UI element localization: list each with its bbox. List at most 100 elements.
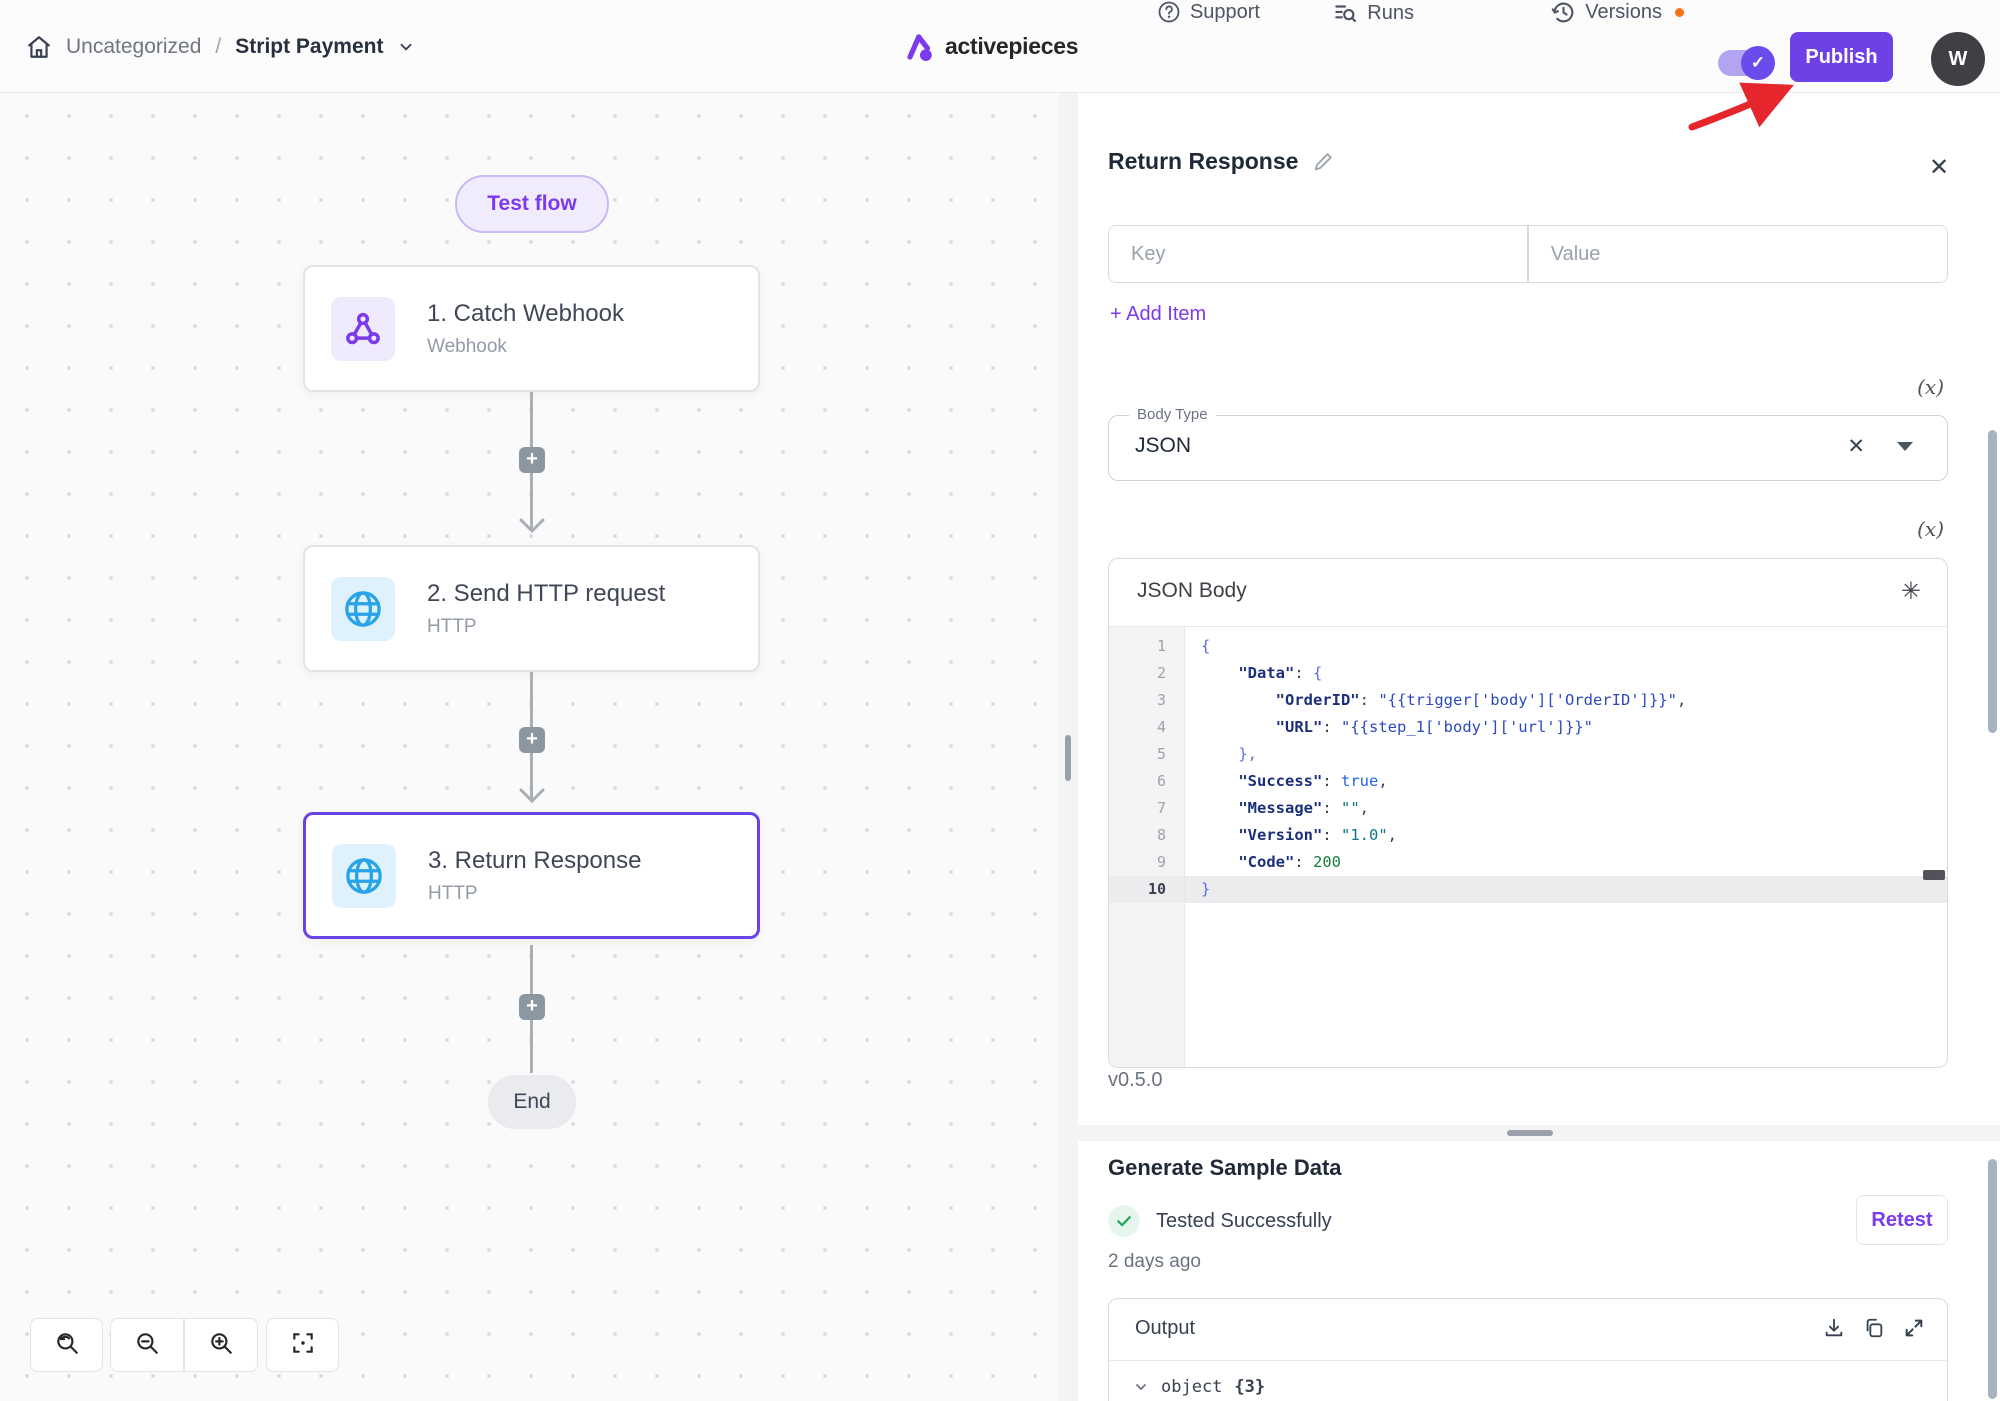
flow-name[interactable]: Stript Payment (235, 35, 383, 59)
edge-arrowhead-icon (518, 517, 546, 540)
headers-key-value-row (1108, 225, 1948, 283)
insert-variable-icon[interactable]: (x) (1917, 517, 1944, 541)
test-time-label: 2 days ago (1108, 1251, 1201, 1273)
code-line[interactable]: "Success": true, (1185, 768, 1947, 795)
line-number: 1 (1109, 633, 1184, 660)
step-subtitle: HTTP (428, 883, 641, 905)
json-body-header: JSON Body ✳ (1109, 559, 1947, 627)
output-node-type: object (1161, 1377, 1222, 1397)
add-step-button[interactable]: + (519, 727, 545, 753)
home-icon[interactable] (26, 34, 52, 60)
nav-support[interactable]: Support (1157, 0, 1260, 24)
top-bar: Uncategorized / Stript Payment activepie… (0, 0, 2000, 93)
sample-scrollbar-thumb[interactable] (1988, 1159, 1997, 1399)
piece-version-label: v0.5.0 (1108, 1069, 1162, 1092)
step-title: 3. Return Response (428, 847, 641, 875)
select-caret-icon[interactable] (1897, 442, 1913, 451)
breadcrumb-category[interactable]: Uncategorized (66, 35, 201, 59)
section-resize-divider (1078, 1125, 2000, 1141)
json-body-label: JSON Body (1137, 579, 1247, 603)
step-card-catch-webhook[interactable]: 1. Catch Webhook Webhook (303, 265, 760, 392)
line-number: 4 (1109, 714, 1184, 741)
line-number: 10 (1109, 876, 1184, 903)
step-card-return-response[interactable]: 3. Return Response HTTP (303, 812, 760, 939)
flow-enabled-toggle[interactable]: ✓ (1718, 50, 1772, 76)
copy-icon[interactable] (1863, 1317, 1885, 1344)
code-line[interactable]: "URL": "{{step_1['body']['url']}}" (1185, 714, 1947, 741)
zoom-in-button[interactable] (184, 1318, 258, 1372)
edit-pencil-icon[interactable] (1312, 151, 1334, 173)
toggle-check-icon: ✓ (1741, 46, 1775, 80)
line-number: 6 (1109, 768, 1184, 795)
test-status-row: Tested Successfully (1108, 1205, 1332, 1237)
body-type-value: JSON (1135, 434, 1191, 458)
zoom-out-icon (134, 1330, 160, 1361)
expand-icon[interactable] (1903, 1317, 1925, 1344)
close-icon[interactable]: ✕ (1926, 155, 1952, 181)
test-flow-button[interactable]: Test flow (455, 175, 609, 233)
publish-button[interactable]: Publish (1790, 32, 1893, 82)
panel-title-row: Return Response (1108, 148, 1334, 175)
insert-variable-icon[interactable]: (x) (1917, 375, 1944, 399)
output-label: Output (1135, 1317, 1195, 1340)
fit-to-view-button[interactable] (266, 1318, 339, 1372)
step-settings-panel: Return Response ✕ + Add Item (x) Body Ty… (1078, 93, 2000, 1401)
generate-sample-data-heading: Generate Sample Data (1108, 1155, 1342, 1181)
step-card-send-http[interactable]: 2. Send HTTP request HTTP (303, 545, 760, 672)
body-type-select[interactable]: Body Type JSON ✕ (1108, 415, 1948, 481)
code-line[interactable]: } (1185, 876, 1947, 903)
brand: activepieces (905, 0, 1078, 93)
code-line[interactable]: "Data": { (1185, 660, 1947, 687)
editor-scrollbar-thumb[interactable] (1923, 870, 1945, 880)
zoom-in-icon (208, 1330, 234, 1361)
key-input[interactable] (1109, 226, 1527, 282)
globe-icon (331, 577, 395, 641)
line-number: 2 (1109, 660, 1184, 687)
panel-resize-handle[interactable] (1065, 735, 1071, 781)
zoom-out-button[interactable] (110, 1318, 184, 1372)
versions-unpublished-dot (1675, 8, 1684, 17)
add-step-button[interactable]: + (519, 447, 545, 473)
panel-resize-divider (1058, 93, 1078, 1401)
line-number: 8 (1109, 822, 1184, 849)
code-line[interactable]: "OrderID": "{{trigger['body']['OrderID']… (1185, 687, 1947, 714)
value-input[interactable] (1529, 226, 1947, 282)
json-code[interactable]: { "Data": { "OrderID": "{{trigger['body'… (1185, 627, 1947, 1068)
nav-runs[interactable]: Runs (1332, 0, 1414, 26)
chevron-down-icon[interactable] (397, 38, 415, 56)
line-number: 5 (1109, 741, 1184, 768)
help-icon (1157, 0, 1181, 24)
step-subtitle: HTTP (427, 616, 665, 638)
code-line[interactable]: "Version": "1.0", (1185, 822, 1947, 849)
output-card: Output object {3} (1108, 1298, 1948, 1401)
tree-chevron-icon (1133, 1379, 1149, 1395)
breadcrumb: Uncategorized / Stript Payment (26, 0, 415, 93)
nav-versions-label: Versions (1585, 1, 1662, 24)
add-item-button[interactable]: + Add Item (1110, 303, 1206, 326)
code-line[interactable]: "Message": "", (1185, 795, 1947, 822)
avatar[interactable]: W (1931, 32, 1985, 86)
json-code-editor[interactable]: 12345678910 { "Data": { "OrderID": "{{tr… (1109, 627, 1947, 1068)
add-step-button[interactable]: + (519, 994, 545, 1020)
webhook-icon (331, 297, 395, 361)
step-subtitle: Webhook (427, 336, 624, 358)
section-resize-handle[interactable] (1507, 1130, 1553, 1136)
code-line[interactable]: "Code": 200 (1185, 849, 1947, 876)
code-line[interactable]: }, (1185, 741, 1947, 768)
nav-versions[interactable]: Versions (1551, 0, 1684, 25)
step-title: 1. Catch Webhook (427, 300, 624, 328)
line-number: 7 (1109, 795, 1184, 822)
download-icon[interactable] (1823, 1317, 1845, 1344)
flow-canvas[interactable]: Test flow 1. Catch Webhook Webhook + (0, 93, 1058, 1401)
beautify-sparkle-icon[interactable]: ✳ (1901, 577, 1921, 606)
output-tree-root[interactable]: object {3} (1133, 1377, 1265, 1397)
panel-title: Return Response (1108, 148, 1298, 175)
nav-runs-label: Runs (1367, 2, 1414, 25)
code-line[interactable]: { (1185, 633, 1947, 660)
retest-button[interactable]: Retest (1856, 1195, 1948, 1245)
panel-scrollbar-thumb[interactable] (1988, 430, 1997, 733)
fit-to-view-icon (290, 1330, 316, 1361)
breadcrumb-separator: / (215, 35, 221, 59)
clear-selection-icon[interactable]: ✕ (1847, 434, 1865, 459)
zoom-reset-button[interactable] (30, 1318, 103, 1372)
